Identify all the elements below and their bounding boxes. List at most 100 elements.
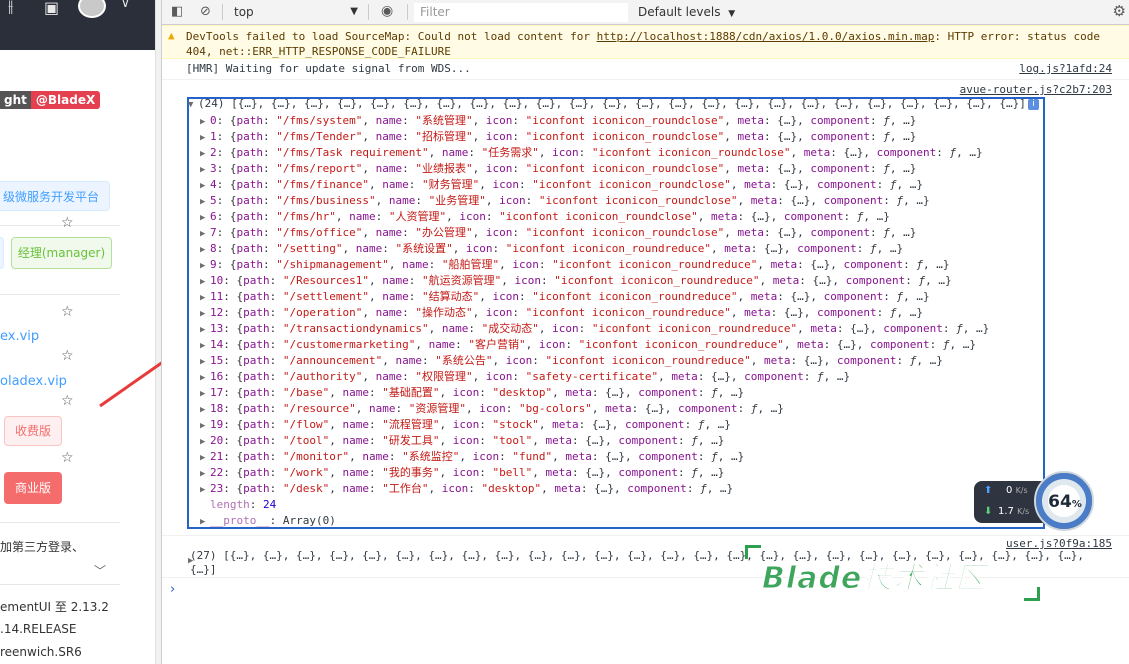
context-select[interactable]: top ▼ [228, 3, 362, 21]
route-row[interactable]: ▶ 15: {path: "/announcement", name: "系统公告… [200, 353, 943, 369]
route-path: "/desk" [282, 482, 330, 495]
collapsed-triangle-icon[interactable]: ▶ [200, 274, 210, 290]
collapsed-triangle-icon[interactable]: ▶ [200, 386, 210, 402]
platform-banner: 级微服务开发平台 [0, 181, 110, 211]
collapsed-triangle-icon[interactable]: ▶ [200, 242, 210, 258]
collapsed-triangle-icon[interactable]: ▶ [200, 130, 210, 146]
route-row[interactable]: ▶ 3: {path: "/fms/report", name: "业绩报表", … [200, 161, 916, 177]
source-link-avue-router[interactable]: avue-router.js?c2b7:203 [960, 83, 1112, 96]
console-message-hmr: [HMR] Waiting for update signal from WDS… [162, 60, 1129, 80]
route-row[interactable]: ▶ 22: {path: "/work", name: "我的事务", icon:… [200, 465, 724, 481]
route-row[interactable]: ▶ 2: {path: "/fms/Task requirement", name… [200, 145, 983, 161]
changelog-text-4: reenwich.SR6 [0, 645, 82, 659]
meta-key: meta [772, 274, 800, 287]
site-link-2[interactable]: oladex.vip [0, 374, 67, 389]
collapsed-triangle-icon[interactable]: ▶ [200, 290, 210, 306]
filter-input[interactable]: Filter [414, 3, 628, 22]
collapsed-triangle-icon[interactable]: ▶ [200, 338, 210, 354]
route-row[interactable]: ▶ 19: {path: "/flow", name: "流程管理", icon:… [200, 417, 731, 433]
collapsed-triangle-icon[interactable]: ▶ [200, 370, 210, 386]
route-row[interactable]: ▶ 6: {path: "/fms/hr", name: "人资管理", icon… [200, 209, 890, 225]
route-row[interactable]: ▶ 10: {path: "/Resources1", name: "航运资源管理… [200, 273, 952, 289]
collapsed-triangle-icon[interactable]: ▶ [200, 434, 210, 450]
route-row[interactable]: ▶ 20: {path: "/tool", name: "研发工具", icon:… [200, 433, 724, 449]
route-row[interactable]: ▶ 21: {path: "/monitor", name: "系统监控", ic… [200, 449, 744, 465]
collapsed-triangle-icon[interactable]: ▶ [200, 482, 210, 498]
route-row[interactable]: ▶ 14: {path: "/customermarketing", name: … [200, 337, 976, 353]
warning-url-link[interactable]: http://localhost:1888/cdn/axios/1.0.0/ax… [597, 30, 935, 43]
collapsed-triangle-icon[interactable]: ▶ [200, 114, 210, 130]
source-link-log[interactable]: log.js?1afd:24 [1019, 62, 1112, 75]
route-row[interactable]: ▶ 5: {path: "/fms/business", name: "业务管理"… [200, 193, 930, 209]
collapsed-triangle-icon[interactable]: ▶ [200, 514, 210, 530]
array-proto[interactable]: ▶ __proto__: Array(0) [200, 513, 336, 529]
collapsed-triangle-icon[interactable]: ▶ [200, 178, 210, 194]
info-icon[interactable]: i [1028, 99, 1039, 110]
chevron-down-icon[interactable]: ﹀ [94, 562, 106, 579]
commercial-edition-button[interactable]: 商业版 [4, 472, 62, 504]
star-icon[interactable]: ☆ [61, 304, 74, 320]
array-header[interactable]: ▼ (24) [{…}, {…}, {…}, {…}, {…}, {…}, {…}… [188, 97, 1026, 110]
route-path: "/fms/hr" [276, 210, 336, 223]
route-row[interactable]: ▶ 7: {path: "/fms/office", name: "办公管理", … [200, 225, 916, 241]
star-icon[interactable]: ☆ [61, 215, 74, 231]
collapsed-triangle-icon[interactable]: ▶ [200, 466, 210, 482]
collapsed-triangle-icon[interactable]: ▶ [200, 226, 210, 242]
star-icon[interactable]: ☆ [61, 450, 74, 466]
route-row[interactable]: ▶ 1: {path: "/fms/Tender", name: "招标管理", … [200, 129, 916, 145]
route-row[interactable]: ▶ 18: {path: "/resource", name: "资源管理", i… [200, 401, 784, 417]
collapsed-triangle-icon[interactable]: ▶ [200, 194, 210, 210]
role-manager-button[interactable]: 经理(manager) [11, 237, 112, 269]
function-glyph: ƒ [697, 418, 705, 431]
chevron-down-icon[interactable]: ∨ [121, 0, 130, 10]
collapsed-triangle-icon[interactable]: ▶ [200, 322, 210, 338]
component-key: component [638, 450, 698, 463]
collapsed-triangle-icon[interactable]: ▶ [200, 258, 210, 274]
route-row[interactable]: ▶ 9: {path: "/shipmanagement", name: "船舶管… [200, 257, 950, 273]
route-row[interactable]: ▶ 12: {path: "/operation", name: "操作动态", … [200, 305, 923, 321]
name-key: name [368, 402, 396, 415]
collapsed-triangle-icon[interactable]: ▶ [200, 402, 210, 418]
console-prompt-icon[interactable]: › [170, 582, 175, 597]
route-row[interactable]: ▶ 13: {path: "/transactiondynamics", name… [200, 321, 989, 337]
route-row[interactable]: ▶ 0: {path: "/fms/system", name: "系统管理", … [200, 113, 916, 129]
route-row[interactable]: ▶ 16: {path: "/authority", name: "权限管理", … [200, 369, 850, 385]
collapsed-triangle-icon[interactable]: ▶ [200, 210, 210, 226]
sidebar-toggle-icon[interactable]: ◧ [171, 4, 183, 19]
function-glyph: ƒ [883, 130, 890, 143]
meta-key: meta [671, 370, 698, 383]
route-row[interactable]: ▶ 17: {path: "/base", name: "基础配置", icon:… [200, 385, 744, 401]
cpu-gauge[interactable]: 64% [1034, 471, 1094, 531]
fullscreen-icon[interactable]: ▣ [44, 0, 59, 17]
star-icon[interactable]: ☆ [61, 393, 74, 409]
route-row[interactable]: ▶ 11: {path: "/settlement", name: "结算动态",… [200, 289, 930, 305]
collapsed-triangle-icon[interactable]: ▶ [200, 418, 210, 434]
function-glyph: ƒ [700, 482, 707, 495]
collapsed-triangle-icon[interactable]: ▶ [200, 146, 210, 162]
log-levels-select[interactable]: Default levels ▼ [638, 3, 788, 21]
collapsed-triangle-icon[interactable]: ▶ [200, 162, 210, 178]
eye-icon[interactable]: ◉ [381, 3, 393, 19]
site-link-1[interactable]: ex.vip [0, 329, 39, 344]
route-name: "基础配置" [382, 386, 440, 399]
divider [0, 584, 120, 585]
path-key: path [236, 114, 264, 127]
route-row[interactable]: ▶ 4: {path: "/fms/finance", name: "财务管理",… [200, 177, 923, 193]
route-row[interactable]: ▶ 23: {path: "/desk", name: "工作台", icon: … [200, 481, 733, 497]
avatar[interactable] [78, 0, 106, 18]
collapsed-triangle-icon[interactable]: ▶ [200, 306, 210, 322]
component-key: component [810, 226, 870, 239]
clear-console-icon[interactable]: ⊘ [200, 4, 211, 19]
lock-icon[interactable]: ⫲ [8, 0, 13, 16]
gear-icon[interactable]: ⚙ [1113, 2, 1126, 20]
route-index: 1 [210, 130, 217, 143]
route-row[interactable]: ▶ 8: {path: "/setting", name: "系统设置", ico… [200, 241, 903, 257]
expanded-triangle-icon[interactable]: ▼ [188, 100, 198, 110]
role-button-partial[interactable] [0, 237, 4, 269]
star-icon[interactable]: ☆ [61, 348, 74, 364]
collapsed-triangle-icon[interactable]: ▶ [200, 354, 210, 370]
paid-edition-button[interactable]: 收费版 [4, 416, 62, 446]
collapsed-triangle-icon[interactable]: ▶ [200, 450, 210, 466]
route-index: 12 [210, 306, 224, 319]
route-name: "业务管理" [428, 194, 486, 207]
